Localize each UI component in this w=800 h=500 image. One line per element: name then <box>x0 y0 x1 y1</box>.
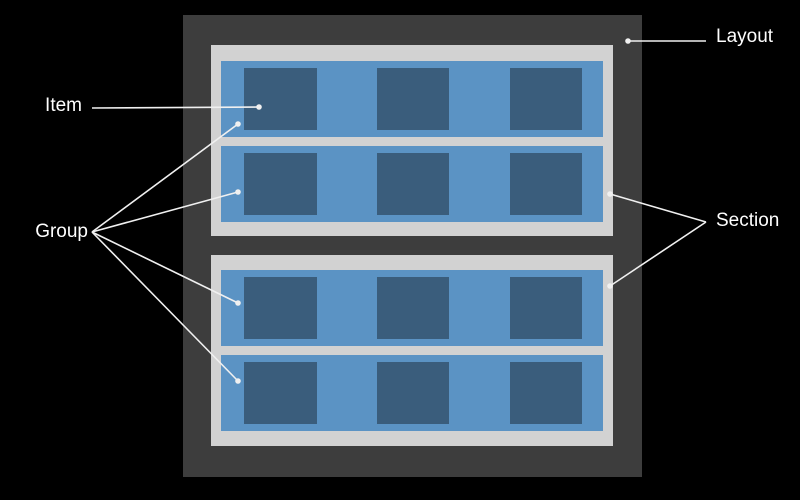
item-box <box>377 362 449 424</box>
item-box <box>377 277 449 339</box>
item-box <box>244 153 317 215</box>
item-box <box>510 362 582 424</box>
annotation-label-layout: Layout <box>716 26 774 47</box>
item-box <box>510 277 582 339</box>
annotation-label-section: Section <box>716 210 780 231</box>
item-box <box>244 277 317 339</box>
item-box <box>377 68 449 130</box>
item-box <box>510 68 582 130</box>
diagram-canvas: Layout Item Group Section <box>0 0 800 500</box>
item-box <box>377 153 449 215</box>
annotation-label-group: Group <box>35 221 88 242</box>
item-box <box>244 362 317 424</box>
item-box <box>244 68 317 130</box>
annotation-label-item: Item <box>45 95 82 116</box>
item-box <box>510 153 582 215</box>
